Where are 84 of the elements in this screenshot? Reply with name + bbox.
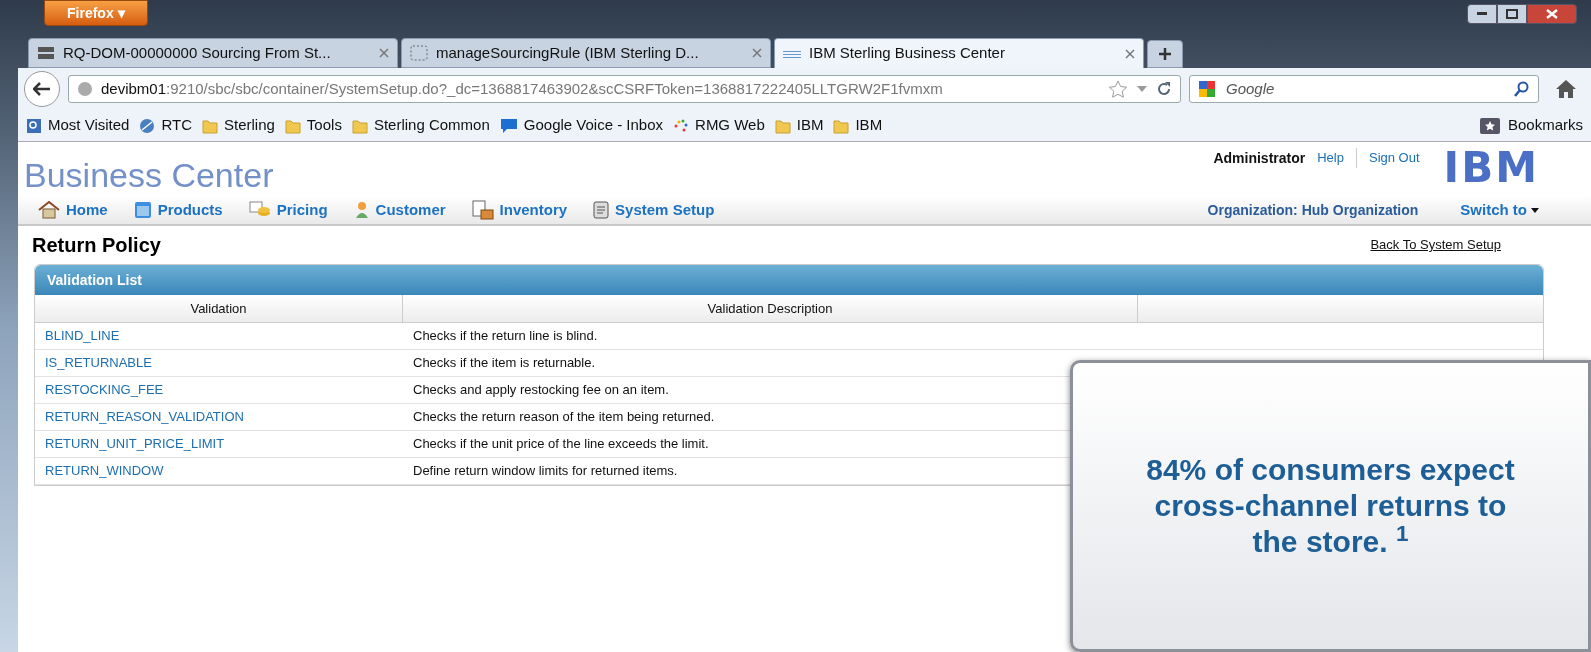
close-tab-icon[interactable]: [1125, 48, 1135, 59]
new-tab-button[interactable]: [1147, 40, 1183, 68]
browser-tab[interactable]: IBM Sterling Business Center: [774, 38, 1144, 68]
search-field[interactable]: Google: [1189, 75, 1539, 103]
app-title: Business Center: [24, 155, 274, 196]
nav-link[interactable]: Home: [38, 198, 108, 222]
bookmark-item[interactable]: Most Visited: [26, 114, 130, 137]
document-icon: [593, 201, 610, 219]
page-title: Return Policy: [32, 233, 161, 258]
folder-icon: [351, 117, 368, 134]
dropdown-icon[interactable]: [1136, 85, 1148, 93]
dots-icon: [673, 117, 690, 134]
bookmark-item[interactable]: RMG Web: [673, 114, 765, 137]
close-tab-icon[interactable]: [752, 48, 762, 58]
bookmark-item[interactable]: RTC: [139, 114, 192, 137]
firefox-menu-button[interactable]: Firefox ▾: [44, 0, 148, 26]
search-input[interactable]: Google: [1226, 77, 1506, 101]
minimize-icon: [1477, 12, 1487, 16]
google-icon: [1198, 80, 1218, 98]
back-arrow-icon: [33, 82, 51, 96]
box-document-icon: [471, 200, 494, 220]
header-link[interactable]: Help: [1317, 148, 1344, 168]
window-icon: [133, 201, 152, 219]
bookmarks-menu[interactable]: Bookmarks: [1479, 114, 1583, 137]
maximize-icon: [1506, 9, 1518, 19]
table-cell-text: Checks if the item is returnable.: [412, 354, 597, 373]
bookmark-item[interactable]: IBM: [774, 114, 824, 137]
nav-link[interactable]: Customer: [353, 198, 446, 222]
bookmark-item[interactable]: Sterling: [202, 114, 275, 137]
minimize-button[interactable]: [1467, 4, 1497, 24]
organization-label: Organization: Hub Organization: [1207, 200, 1419, 220]
table-cell-text: Checks if the return line is blind.: [412, 327, 599, 346]
callout-text: 84% of consumers expect cross-channel returns to the store. $^{1}$: [1145, 452, 1516, 560]
chat-icon: [499, 117, 518, 134]
close-button[interactable]: [1527, 4, 1577, 24]
validation-link[interactable]: RESTOCKING_FEE: [35, 377, 403, 403]
bookmark-item[interactable]: IBM: [833, 114, 883, 137]
header-link[interactable]: Sign Out: [1355, 148, 1420, 168]
person-icon: [353, 201, 370, 219]
validation-link[interactable]: RETURN_UNIT_PRICE_LIMIT: [35, 431, 403, 457]
browser-tab[interactable]: manageSourcingRule (IBM Sterling D...: [401, 38, 771, 68]
search-icon: [1514, 81, 1530, 97]
nav-link[interactable]: Pricing: [248, 198, 328, 222]
validation-link[interactable]: RETURN_REASON_VALIDATION: [35, 404, 403, 430]
bookmark-item[interactable]: Tools: [284, 114, 342, 137]
nav-link[interactable]: System Setup: [593, 198, 715, 222]
folder-icon: [774, 117, 791, 134]
nav-link[interactable]: Inventory: [471, 198, 568, 222]
bookmark-item[interactable]: Google Voice - Inbox: [499, 114, 664, 137]
folder-icon: [202, 117, 218, 134]
reload-icon[interactable]: [1156, 81, 1172, 97]
address-field[interactable]: devibm01:9210/sbc/sbc/container/SystemSetup.do?_dc=1368817463902&scCSRFToken=1368817222405LLTGRW2F1fvmxm: [68, 75, 1181, 103]
server-icon: [37, 46, 55, 60]
switch-to-menu[interactable]: Switch to: [1460, 198, 1539, 222]
close-icon: [1546, 9, 1558, 19]
folder-icon: [284, 117, 301, 134]
nav-link[interactable]: Products: [133, 198, 223, 222]
validation-link[interactable]: BLIND_LINE: [35, 323, 403, 349]
table-cell-text: Checks the return reason of the item being returned.: [412, 408, 716, 427]
home-icon[interactable]: [1555, 79, 1577, 99]
folder-icon: [833, 117, 850, 134]
table-cell-text: Checks and apply restocking fee on an item.: [412, 381, 670, 400]
validation-link[interactable]: RETURN_WINDOW: [35, 458, 403, 484]
coins-icon: [248, 201, 271, 219]
column-header: Validation Description: [403, 295, 1138, 322]
plus-icon: [1158, 47, 1172, 61]
star-icon[interactable]: [1108, 80, 1128, 98]
search-page-icon: [26, 117, 42, 134]
caret-icon: [1531, 207, 1539, 213]
page-icon: [410, 45, 428, 61]
ibm-logo: IBM: [1443, 148, 1539, 188]
column-header: Validation: [35, 295, 403, 322]
close-tab-icon[interactable]: [379, 48, 389, 58]
bookmark-item[interactable]: Sterling Common: [351, 114, 490, 137]
house-icon: [38, 201, 60, 219]
panel-header: Validation List: [35, 265, 1543, 295]
validation-link[interactable]: IS_RETURNABLE: [35, 350, 403, 376]
table-cell-text: Checks if the unit price of the line exceeds the limit.: [412, 435, 710, 454]
back-link[interactable]: Back To System Setup: [1370, 235, 1501, 255]
maximize-button[interactable]: [1497, 4, 1527, 24]
browser-tab[interactable]: RQ-DOM-00000000 Sourcing From St...: [28, 38, 398, 68]
user-name: Administrator: [1213, 149, 1306, 168]
back-button[interactable]: [24, 71, 60, 107]
table-cell-text: Define return window limits for returned items.: [412, 462, 679, 481]
